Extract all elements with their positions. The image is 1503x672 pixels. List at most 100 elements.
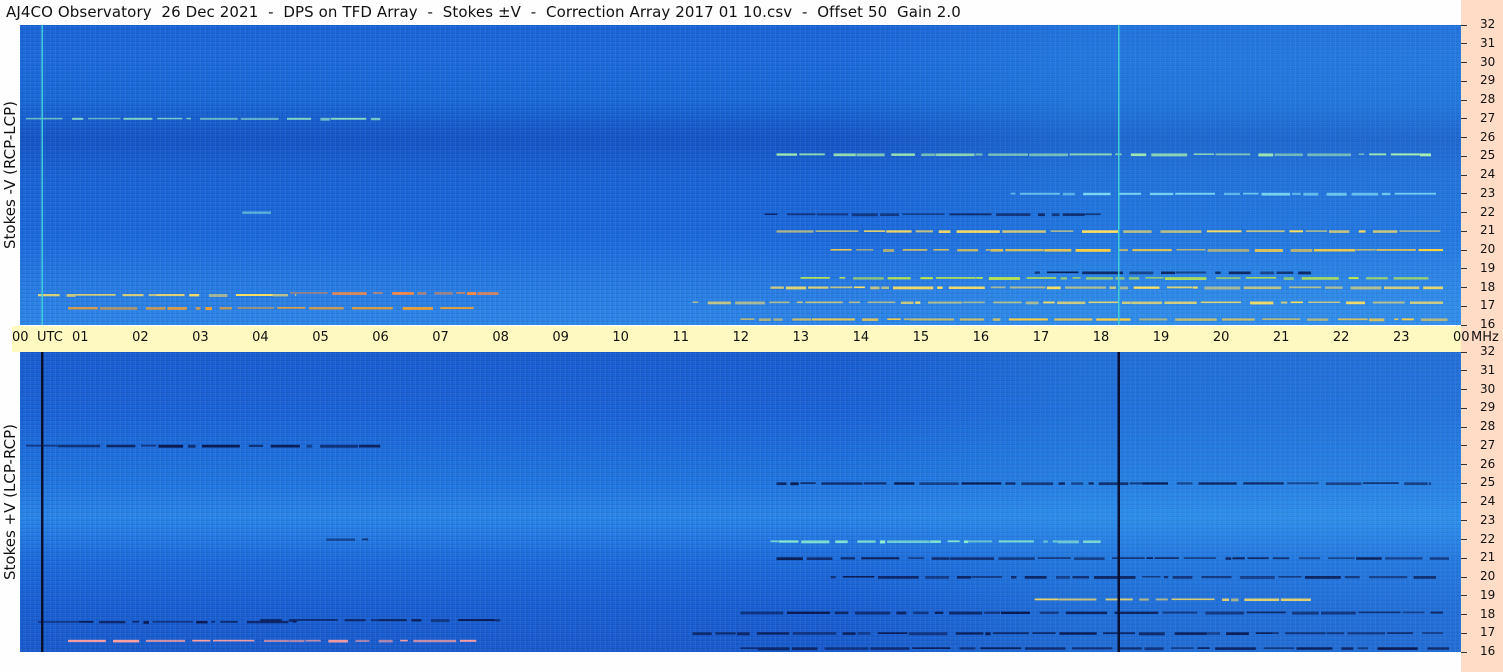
bottom-band-segment: [1032, 632, 1056, 634]
top-band-segment: [1086, 277, 1113, 280]
top-band-segment: [692, 301, 699, 303]
top-band-segment: [902, 213, 945, 215]
bottom-band-segment: [1174, 632, 1207, 635]
top-emission-band: [68, 307, 474, 310]
top-band-segment: [1161, 271, 1176, 275]
bottom-band-segment: [913, 611, 929, 615]
bottom-band-segment: [1429, 557, 1449, 560]
top-band-segment: [1289, 286, 1322, 289]
top-band-segment: [466, 292, 477, 295]
top-band-segment: [1384, 286, 1420, 290]
top-band-segment: [853, 277, 884, 280]
top-band-segment: [773, 318, 783, 321]
top-band-segment: [219, 307, 232, 310]
top-band-segment: [1145, 277, 1164, 279]
top-band-segment: [1123, 230, 1152, 233]
bottom-emission-band: [740, 611, 1443, 615]
top-band-segment: [933, 249, 949, 251]
frequency-tick-label: 24: [1480, 167, 1496, 181]
top-band-segment: [1175, 192, 1215, 195]
top-band-segment: [1420, 318, 1448, 322]
top-band-segment: [1350, 286, 1382, 290]
bottom-band-segment: [1139, 598, 1149, 601]
bottom-band-segment: [213, 639, 255, 642]
top-band-segment: [870, 286, 880, 290]
bottom-band-segment: [992, 632, 1029, 635]
top-band-segment: [862, 318, 879, 321]
top-band-segment: [815, 230, 859, 232]
top-band-segment: [915, 301, 921, 304]
top-band-segment: [956, 230, 1000, 233]
top-panel-ylabel-text: Stokes -V (RCP-LCP): [1, 101, 19, 249]
top-band-segment: [992, 318, 1001, 321]
bottom-band-segment: [1052, 540, 1058, 543]
top-band-segment: [1050, 230, 1074, 232]
top-band-segment: [434, 292, 453, 295]
utc-tick-label: 14: [852, 330, 870, 345]
top-band-segment: [975, 153, 983, 156]
bottom-emission-band: [776, 482, 1431, 486]
bottom-band-segment: [220, 621, 238, 623]
bottom-band-segment: [1243, 482, 1284, 485]
top-band-segment: [1002, 230, 1046, 233]
bottom-band-segment: [1112, 557, 1145, 559]
top-band-segment: [123, 117, 153, 120]
top-band-segment: [235, 294, 273, 296]
bottom-band-segment: [908, 632, 948, 636]
bottom-band-segment: [113, 639, 140, 643]
top-emission-band: [776, 230, 1441, 233]
top-band-segment: [1175, 271, 1207, 274]
top-band-segment: [88, 117, 121, 120]
bottom-band-segment: [985, 632, 991, 636]
bottom-band-segment: [894, 482, 915, 485]
bottom-band-segment: [1402, 611, 1425, 614]
top-band-segment: [770, 286, 784, 289]
top-band-segment: [1326, 192, 1347, 196]
bottom-band-segment: [776, 482, 787, 486]
top-band-segment: [1167, 286, 1192, 289]
top-band-segment: [195, 307, 201, 310]
utc-tick-label: 22: [1332, 330, 1350, 345]
bottom-band-segment: [949, 611, 983, 615]
bottom-band-segment: [458, 619, 495, 622]
top-band-segment: [1281, 301, 1288, 304]
bottom-band-segment: [1357, 647, 1368, 650]
top-band-segment: [1358, 153, 1365, 155]
bottom-band-segment: [411, 619, 422, 622]
frequency-tick: [1461, 445, 1467, 447]
bottom-emission-band: [326, 538, 369, 541]
bottom-band-segment: [1280, 598, 1311, 601]
bottom-band-segment: [855, 611, 891, 615]
top-band-segment: [1132, 249, 1172, 252]
top-band-segment: [707, 301, 731, 305]
top-band-segment: [205, 307, 213, 310]
top-band-segment: [1290, 249, 1313, 252]
bottom-band-segment: [1347, 632, 1386, 635]
top-band-segment: [776, 230, 814, 233]
bottom-band-segment: [1201, 576, 1232, 579]
top-band-segment: [1369, 318, 1385, 322]
frequency-tick: [1461, 137, 1467, 138]
top-band-segment: [1082, 230, 1120, 233]
bottom-emission-band: [692, 632, 1443, 636]
bottom-band-segment: [326, 538, 355, 541]
bottom-band-segment: [834, 611, 849, 615]
top-band-segment: [1088, 301, 1119, 304]
top-band-segment: [1200, 301, 1241, 304]
bottom-band-segment: [1114, 611, 1159, 614]
bottom-band-segment: [971, 576, 1002, 578]
frequency-tick-label: 20: [1480, 242, 1496, 256]
bottom-band-segment: [192, 639, 211, 642]
top-band-segment: [1115, 277, 1125, 280]
frequency-tick: [1461, 324, 1467, 326]
top-band-segment: [417, 292, 427, 295]
top-band-segment: [856, 249, 874, 251]
utc-tick-label: 07: [432, 330, 449, 345]
top-emission-band: [776, 153, 1431, 157]
bottom-band-segment: [1172, 576, 1193, 579]
bottom-band-segment: [934, 611, 944, 614]
bottom-band-segment: [757, 647, 790, 651]
bottom-band-segment: [78, 621, 94, 623]
bottom-band-segment: [146, 639, 185, 642]
top-band-segment: [1160, 230, 1202, 233]
